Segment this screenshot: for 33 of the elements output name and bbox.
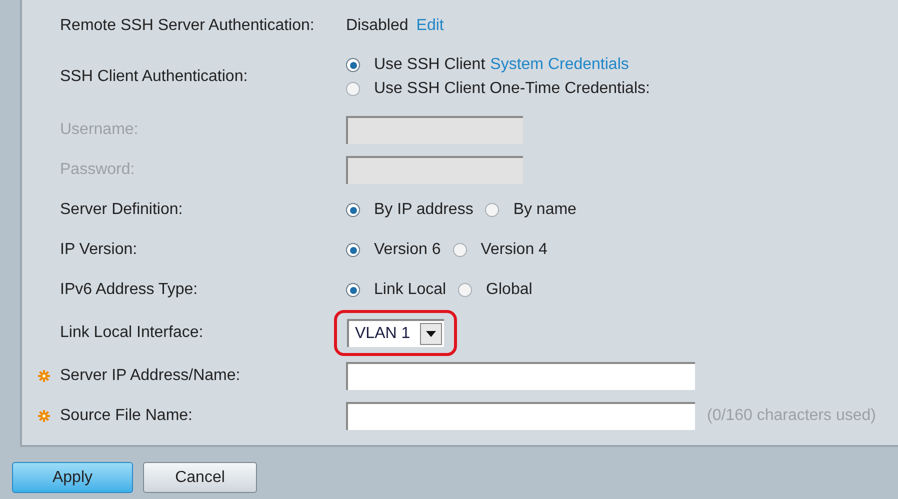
radio-label: Global [486, 280, 532, 300]
radio-button[interactable] [458, 283, 472, 297]
status-value: Disabled [346, 16, 408, 36]
text-field[interactable] [346, 402, 695, 430]
field-label: Remote SSH Server Authentication: [60, 16, 316, 36]
radio-button[interactable] [346, 82, 360, 96]
radio-label: Version 4 [480, 240, 548, 260]
field-label: SSH Client Authentication: [60, 67, 249, 87]
radio-button[interactable] [346, 203, 360, 217]
field-label: Server Definition: [60, 200, 184, 220]
text-field[interactable] [346, 362, 695, 390]
radio-button[interactable] [346, 243, 360, 257]
apply-button[interactable]: Apply [12, 462, 133, 493]
radio-label: Use SSH Client One-Time Credentials: [374, 79, 650, 99]
field-label: Password: [60, 160, 136, 180]
radio-label: By name [513, 200, 576, 220]
field-label: IP Version: [60, 240, 138, 260]
field-label: Server IP Address/Name: [60, 366, 242, 386]
character-count: (0/160 characters used) [707, 406, 876, 426]
radio-label: Link Local [374, 280, 446, 300]
radio-button[interactable] [346, 58, 360, 72]
interface-select[interactable]: VLAN 1 [347, 319, 444, 347]
field-label: Source File Name: [60, 406, 194, 426]
radio-label: Version 6 [374, 240, 441, 260]
radio-button[interactable] [452, 243, 467, 257]
radio-button[interactable] [485, 203, 500, 217]
radio-label: Use SSH Client [374, 55, 486, 75]
field-label: Username: [60, 120, 140, 140]
radio-label: By IP address [374, 200, 474, 220]
cancel-button[interactable]: Cancel [143, 462, 257, 493]
radio-button[interactable] [346, 283, 360, 297]
field-label: Link Local Interface: [60, 323, 204, 343]
field-label: IPv6 Address Type: [60, 280, 199, 300]
